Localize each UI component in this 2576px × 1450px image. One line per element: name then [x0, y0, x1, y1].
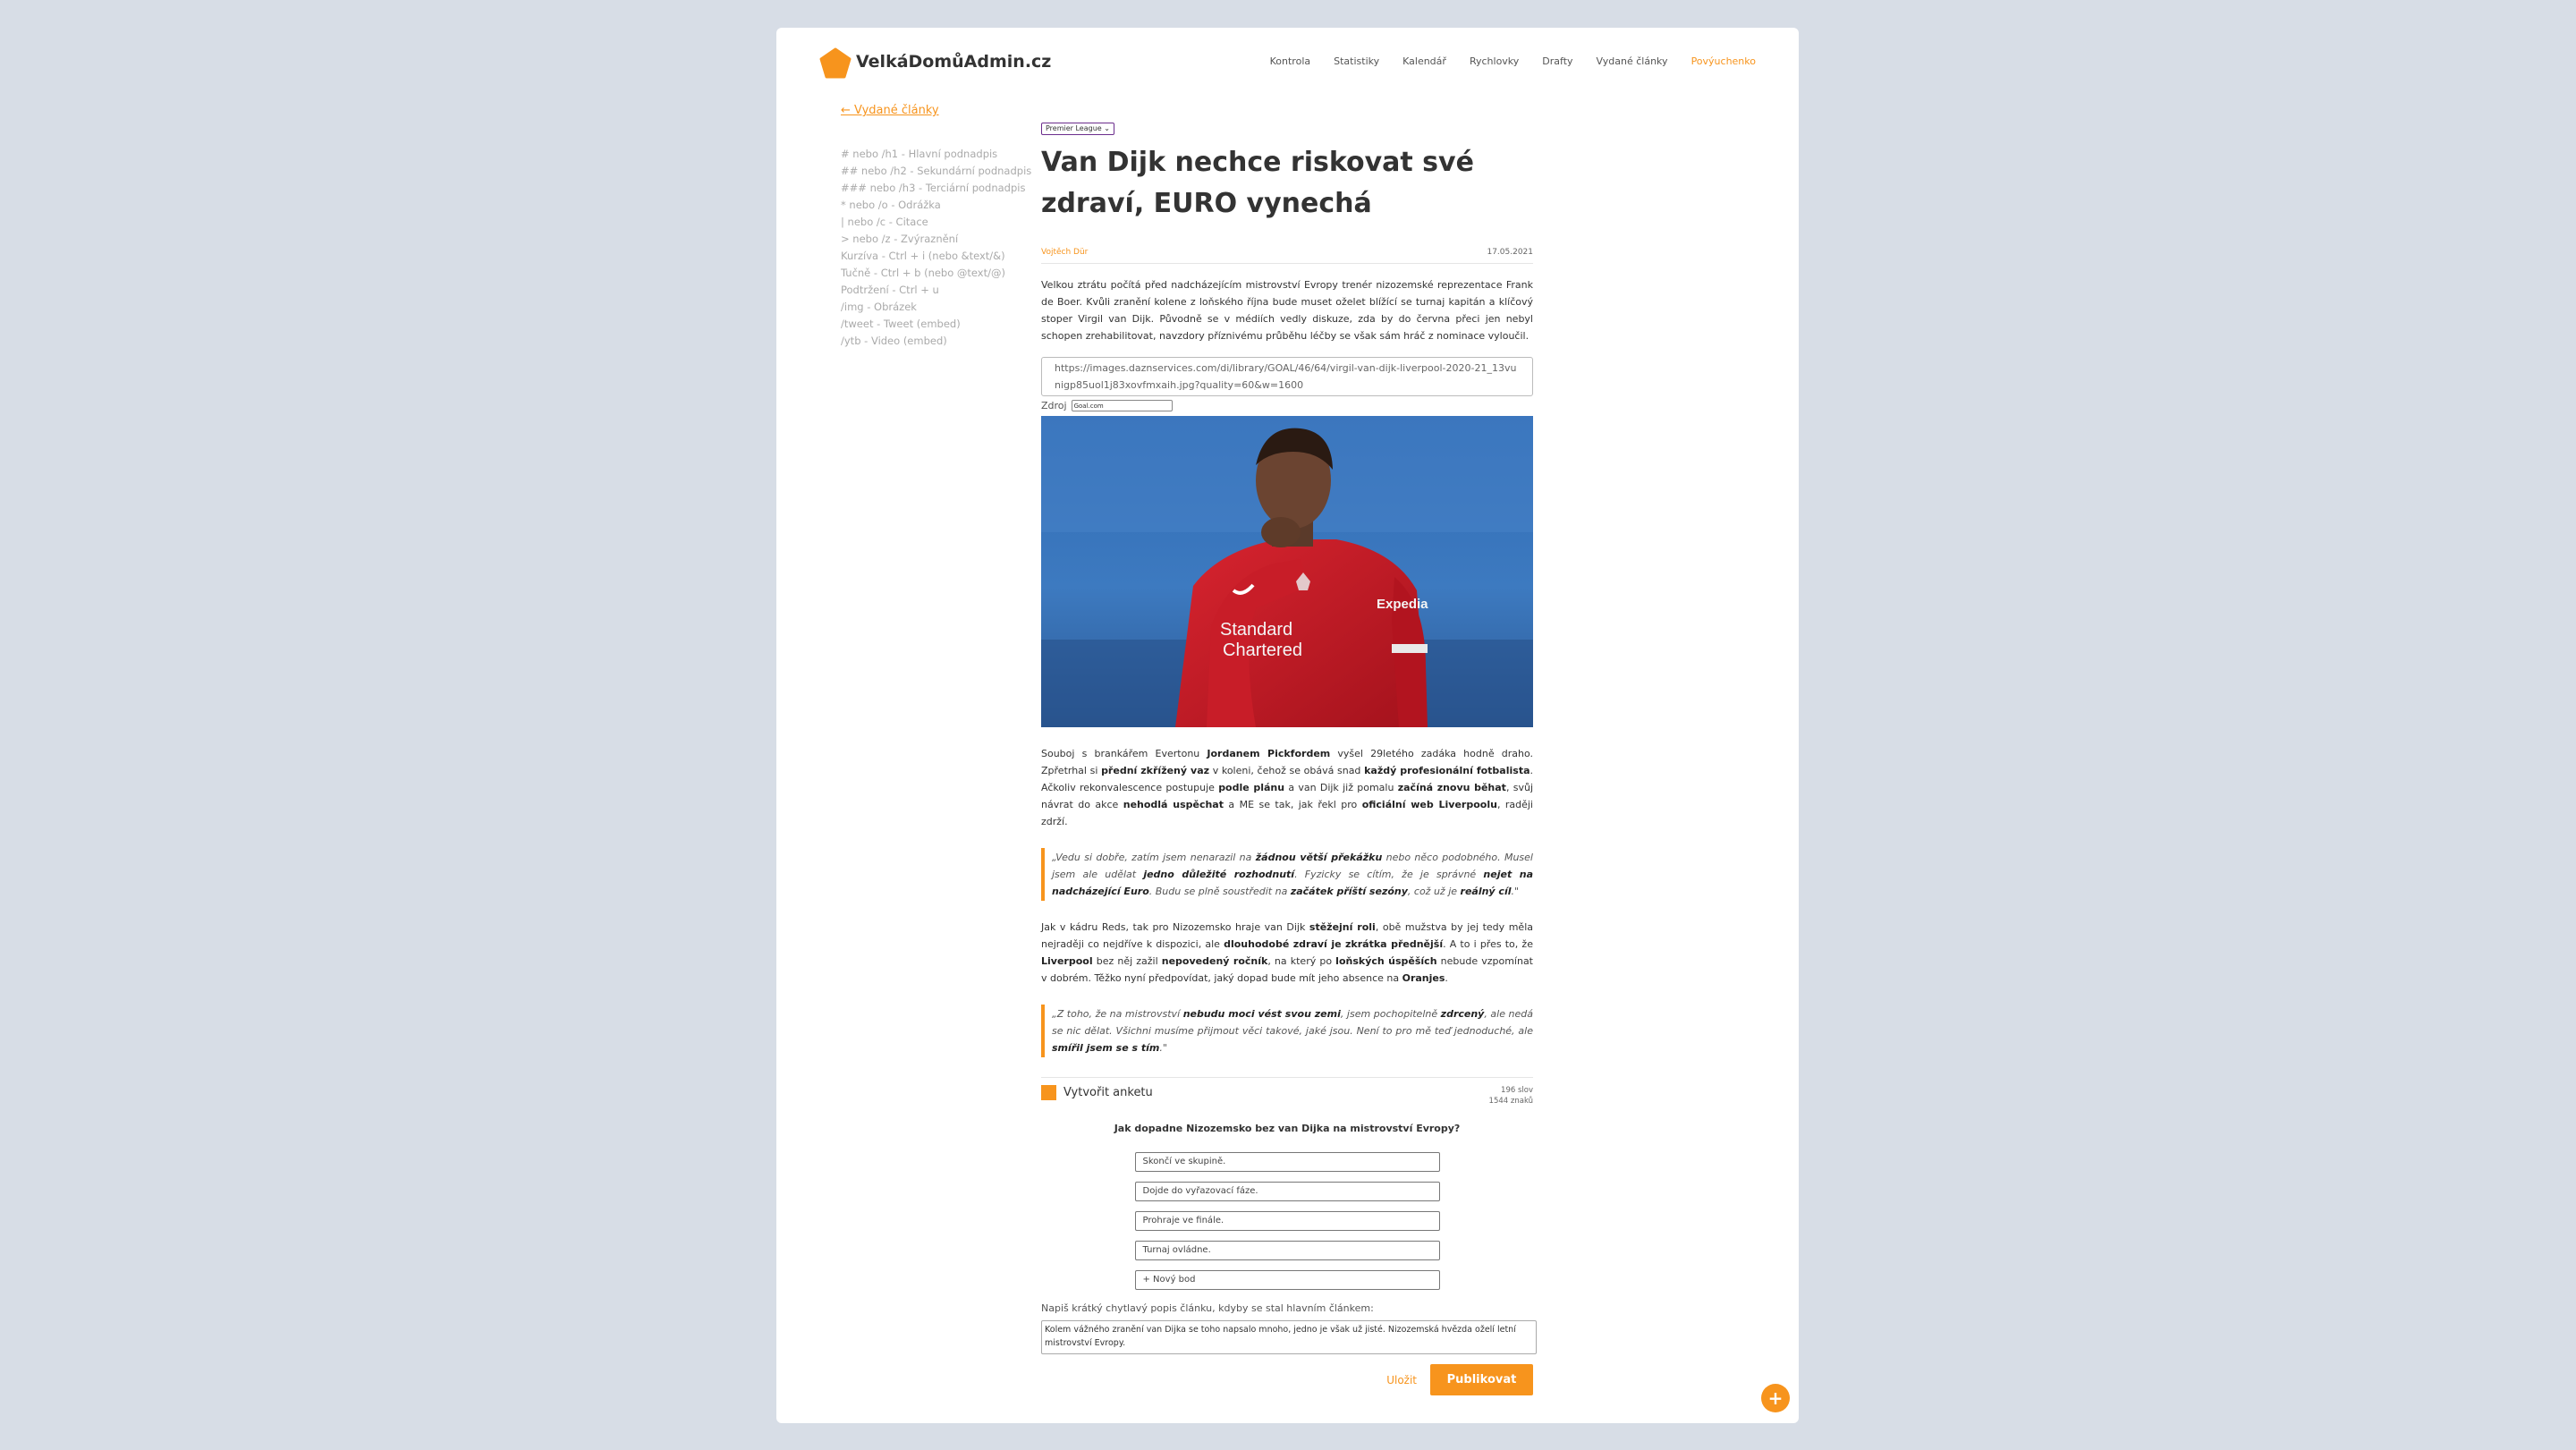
article-paragraph-2[interactable]: Jak v kádru Reds, tak pro Nizozemsko hra… [1041, 919, 1533, 987]
player-photo: Standard Chartered Expedia [1041, 416, 1533, 727]
image-url-input[interactable]: https://images.daznservices.com/di/libra… [1041, 357, 1533, 396]
chevron-down-icon: ⌄ [1104, 124, 1110, 132]
hint-video: /ytb - Video (embed) [841, 335, 947, 347]
editor-page: VelkáDomůAdmin.cz Kontrola Statistiky Ka… [776, 28, 1799, 1423]
poll-option-4[interactable]: Turnaj ovládne. [1134, 1241, 1440, 1260]
poll-option-2[interactable]: Dojde do vyřazovací fáze. [1134, 1182, 1440, 1201]
hint-h3: ### nebo /h3 - Terciární podnadpis [841, 182, 1026, 194]
poll-square-icon [1041, 1085, 1056, 1100]
article-quote-2[interactable]: „Z toho, že na mistrovství nebudu moci v… [1041, 1005, 1533, 1057]
plus-icon[interactable]: + [1761, 1384, 1790, 1412]
create-poll-button[interactable]: Vytvořit anketu [1041, 1085, 1153, 1100]
article-quote-1[interactable]: „Vedu si dobře, zatím jsem nenarazil na … [1041, 848, 1533, 901]
word-count: 196 slov [1501, 1086, 1533, 1095]
image-source-input[interactable] [1071, 400, 1173, 411]
image-source-row: Zdroj [1041, 400, 1533, 411]
article-meta: Vojtěch Dür 17.05.2021 [1041, 248, 1533, 264]
hint-quote: | nebo /c - Citace [841, 216, 928, 228]
svg-text:Expedia: Expedia [1377, 597, 1428, 612]
nav-povyuchenko[interactable]: Povýuchenko [1691, 55, 1756, 67]
poll-options: Skončí ve skupině. Dojde do vyřazovací f… [1134, 1152, 1440, 1290]
hint-underline: Podtržení - Ctrl + u [841, 284, 939, 296]
article-title[interactable]: Van Dijk nechce riskovat své zdraví, EUR… [1041, 142, 1533, 225]
back-to-published-link[interactable]: ← Vydané články [841, 104, 939, 117]
summary-label: Napiš krátký chytlavý popis článku, kdyb… [1041, 1302, 1374, 1314]
hint-highlight: > nebo /z - Zvýraznění [841, 233, 959, 245]
hint-h1: # nebo /h1 - Hlavní podnadpis [841, 148, 998, 160]
svg-text:Standard: Standard [1220, 620, 1292, 640]
hint-bold: Tučně - Ctrl + b (nebo @text/@) [841, 267, 1005, 279]
poll-option-1[interactable]: Skončí ve skupině. [1134, 1152, 1440, 1172]
hint-italic: Kurzíva - Ctrl + i (nebo &text/&) [841, 250, 1005, 262]
hint-image: /img - Obrázek [841, 301, 917, 313]
text-counts: 196 slov 1544 znaků [1489, 1085, 1533, 1107]
nav-statistiky[interactable]: Statistiky [1334, 55, 1379, 67]
category-select[interactable]: Premier League ⌄ [1041, 123, 1114, 135]
logo-text[interactable]: VelkáDomůAdmin.cz [856, 52, 1051, 72]
nav-kalendar[interactable]: Kalendář [1402, 55, 1446, 67]
summary-textarea[interactable]: Kolem vážného zranění van Dijka se toho … [1041, 1320, 1537, 1354]
svg-text:Chartered: Chartered [1223, 640, 1302, 660]
poll-option-3[interactable]: Prohraje ve finále. [1134, 1211, 1440, 1231]
create-poll-label: Vytvořit anketu [1063, 1086, 1153, 1099]
publish-date: 17.05.2021 [1487, 248, 1533, 257]
hint-bullet: * nebo /o - Odrážka [841, 199, 941, 211]
main-nav: Kontrola Statistiky Kalendář Rychlovky D… [1270, 55, 1756, 67]
author-name[interactable]: Vojtěch Dür [1041, 248, 1088, 257]
save-button[interactable]: Uložit [1386, 1374, 1417, 1386]
article-perex[interactable]: Velkou ztrátu počítá před nadcházejícím … [1041, 276, 1533, 344]
publish-button[interactable]: Publikovat [1430, 1364, 1533, 1395]
category-value: Premier League [1046, 124, 1102, 132]
nav-kontrola[interactable]: Kontrola [1270, 55, 1311, 67]
editor-actions: Uložit Publikovat [1041, 1364, 1533, 1395]
nav-vydane-clanky[interactable]: Vydané články [1597, 55, 1668, 67]
pentagon-logo-icon[interactable] [819, 47, 852, 80]
hint-h2: ## nebo /h2 - Sekundární podnadpis [841, 165, 1032, 177]
nav-rychlovky[interactable]: Rychlovky [1470, 55, 1519, 67]
poll-question[interactable]: Jak dopadne Nizozemsko bez van Dijka na … [1041, 1123, 1533, 1134]
poll-header: Vytvořit anketu 196 slov 1544 znaků [1041, 1085, 1533, 1107]
hint-tweet: /tweet - Tweet (embed) [841, 318, 961, 330]
source-label: Zdroj [1041, 400, 1067, 411]
poll-divider [1041, 1077, 1533, 1078]
article-paragraph-1[interactable]: Souboj s brankářem Evertonu Jordanem Pic… [1041, 745, 1533, 830]
formatting-hints: # nebo /h1 - Hlavní podnadpis ## nebo /h… [841, 146, 1031, 350]
nav-drafty[interactable]: Drafty [1542, 55, 1572, 67]
article-image: Standard Chartered Expedia [1041, 416, 1533, 727]
article-editor: Premier League ⌄ Van Dijk nechce riskova… [1041, 117, 1537, 1395]
char-count: 1544 znaků [1488, 1097, 1533, 1106]
add-poll-option[interactable]: + Nový bod [1134, 1270, 1440, 1290]
